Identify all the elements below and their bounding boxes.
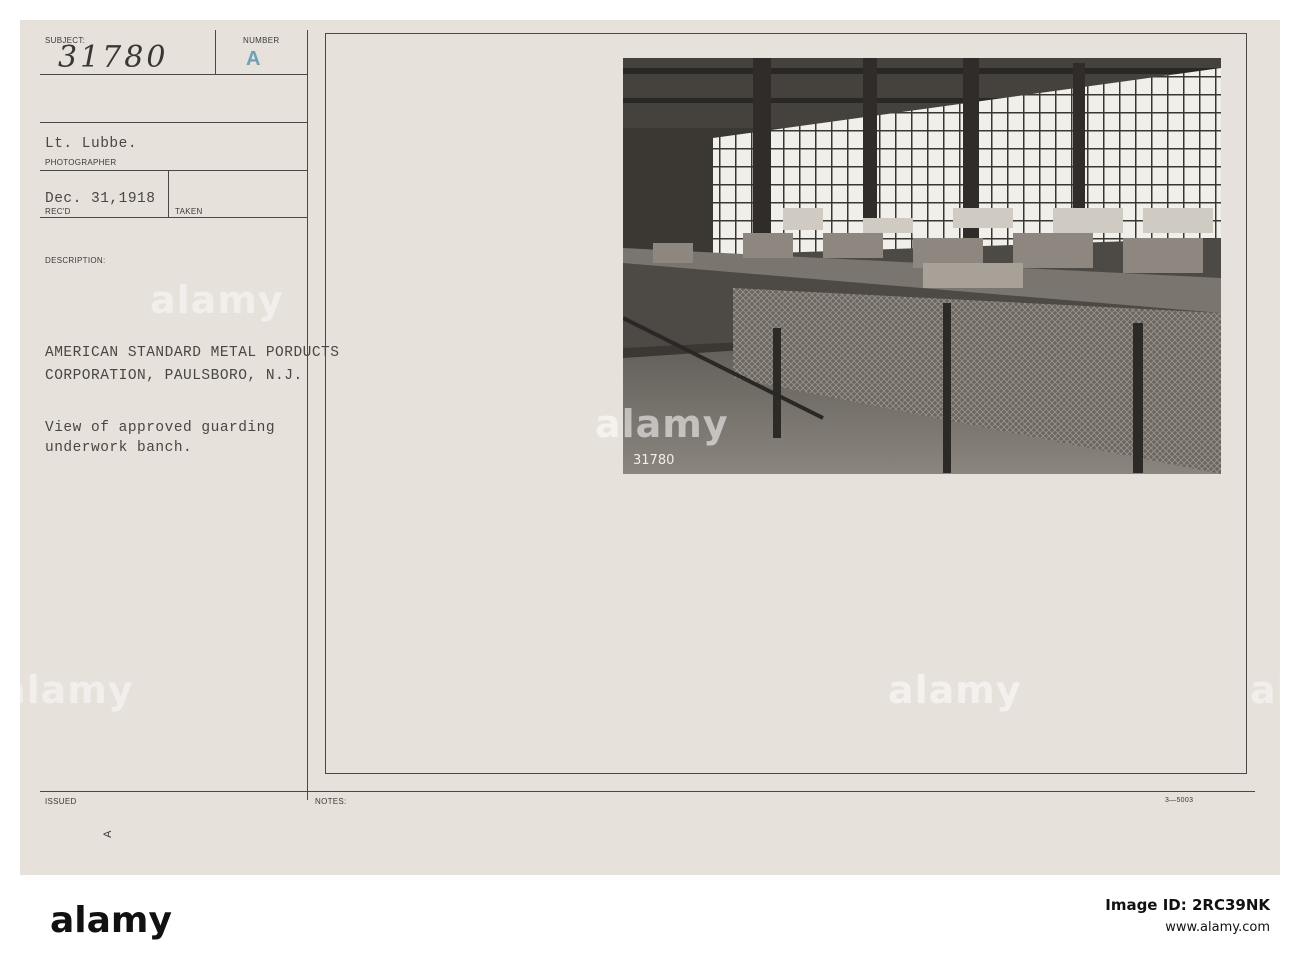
number-label: NUMBER	[243, 36, 280, 45]
caption-line-2: underwork banch.	[45, 440, 193, 456]
issued-label: ISSUED	[45, 797, 77, 806]
stock-logo: alamy	[50, 900, 172, 941]
caption-line-1: View of approved guarding	[45, 420, 276, 436]
divider-header-number	[215, 30, 216, 74]
divider-bottom-row	[40, 791, 1255, 792]
recd-label: REC'D	[45, 207, 71, 216]
date-value: Dec. 31,1918	[45, 191, 156, 207]
watermark-2: alamy	[595, 402, 729, 446]
number-value: A	[246, 48, 261, 70]
stock-footer-bar	[0, 875, 1300, 965]
subject-number: 31780	[58, 40, 169, 75]
photographer-label: PHOTOGRAPHER	[45, 158, 117, 167]
divider-photographer-bottom	[40, 170, 307, 171]
divider-photographer-top	[40, 122, 307, 123]
photo-frame-bottom	[325, 773, 1247, 774]
issued-mark: A	[101, 830, 114, 838]
stock-image-id: Image ID: 2RC39NK	[1105, 896, 1270, 914]
watermark-5: alamy	[1250, 668, 1300, 712]
description-line-2: CORPORATION, PAULSBORO, N.J.	[45, 368, 303, 384]
taken-label: TAKEN	[175, 207, 203, 216]
stock-url[interactable]: www.alamy.com	[1165, 920, 1270, 935]
photo-print-number: 31780	[633, 453, 675, 468]
watermark-4: alamy	[0, 668, 134, 712]
notes-label: NOTES:	[315, 797, 347, 806]
divider-date-split	[168, 170, 169, 217]
photographer-name: Lt. Lubbe.	[45, 136, 138, 152]
description-label: DESCRIPTION:	[45, 256, 106, 265]
divider-date-bottom	[40, 217, 307, 218]
photo-frame-right	[1246, 33, 1247, 773]
watermark-3: alamy	[888, 668, 1022, 712]
form-code: 3—5003	[1165, 797, 1194, 804]
divider-vertical-left-column	[307, 30, 308, 800]
photo-frame-left	[325, 33, 326, 773]
photo-frame-top	[325, 33, 1246, 34]
watermark-1: alamy	[150, 278, 284, 322]
description-line-1: AMERICAN STANDARD METAL PORDUCTS	[45, 345, 340, 361]
